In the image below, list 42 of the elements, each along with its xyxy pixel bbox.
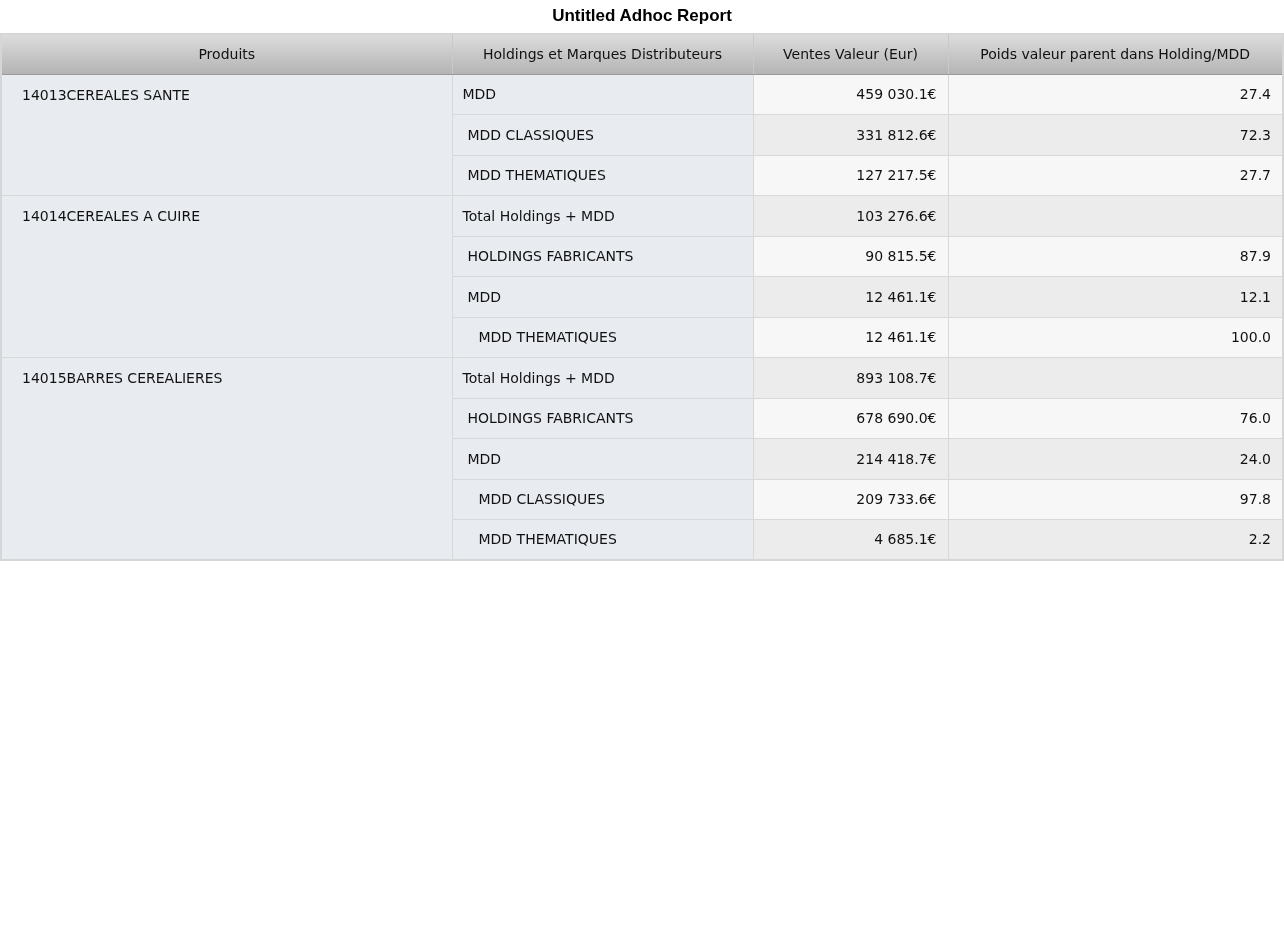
holding-cell: HOLDINGS FABRICANTS xyxy=(452,398,753,439)
holding-cell: Total Holdings + MDD xyxy=(452,357,753,399)
sales-cell: 103 276.6€ xyxy=(753,195,948,237)
product-cell: 14014CEREALES A CUIRE xyxy=(1,195,452,358)
sales-cell: 127 217.5€ xyxy=(753,155,948,196)
holding-cell: MDD xyxy=(452,276,753,318)
sales-cell: 12 461.1€ xyxy=(753,317,948,358)
weight-cell: 97.8 xyxy=(948,479,1283,520)
holding-cell: MDD CLASSIQUES xyxy=(452,479,753,520)
column-header: Produits xyxy=(1,34,452,75)
weight-cell: 12.1 xyxy=(948,276,1283,318)
report-title: Untitled Adhoc Report xyxy=(551,5,733,27)
holding-cell: MDD xyxy=(452,74,753,115)
product-cell: 14015BARRES CEREALIERES xyxy=(1,357,452,561)
sales-cell: 678 690.0€ xyxy=(753,398,948,439)
weight-cell: 27.4 xyxy=(948,74,1283,115)
column-header: Holdings et Marques Distributeurs xyxy=(452,34,753,75)
holding-cell: MDD THEMATIQUES xyxy=(452,317,753,358)
product-cell: 14013CEREALES SANTE xyxy=(1,74,452,196)
sales-cell: 90 815.5€ xyxy=(753,236,948,277)
column-header: Ventes Valeur (Eur) xyxy=(753,34,948,75)
sales-cell: 12 461.1€ xyxy=(753,276,948,318)
holding-cell: MDD THEMATIQUES xyxy=(452,155,753,196)
weight-cell: 24.0 xyxy=(948,438,1283,480)
sales-cell: 459 030.1€ xyxy=(753,74,948,115)
holding-cell: MDD THEMATIQUES xyxy=(452,519,753,561)
holding-cell: MDD CLASSIQUES xyxy=(452,114,753,156)
weight-cell: 2.2 xyxy=(948,519,1283,561)
sales-cell: 4 685.1€ xyxy=(753,519,948,561)
holding-cell: MDD xyxy=(452,438,753,480)
column-header: Poids valeur parent dans Holding/MDD xyxy=(948,34,1283,75)
sales-cell: 331 812.6€ xyxy=(753,114,948,156)
holding-cell: HOLDINGS FABRICANTS xyxy=(452,236,753,277)
sales-cell: 893 108.7€ xyxy=(753,357,948,399)
sales-cell: 209 733.6€ xyxy=(753,479,948,520)
weight-cell: 72.3 xyxy=(948,114,1283,156)
weight-cell: 87.9 xyxy=(948,236,1283,277)
holding-cell: Total Holdings + MDD xyxy=(452,195,753,237)
weight-cell: 27.7 xyxy=(948,155,1283,196)
weight-cell: 76.0 xyxy=(948,398,1283,439)
sales-cell: 214 418.7€ xyxy=(753,438,948,480)
weight-cell: 100.0 xyxy=(948,317,1283,358)
